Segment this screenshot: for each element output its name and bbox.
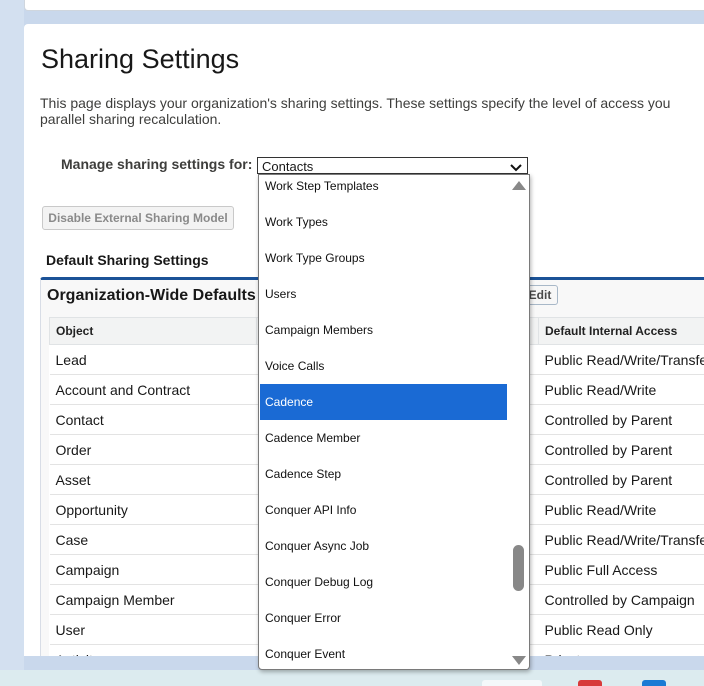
page-description: This page displays your organization's s… (40, 95, 704, 127)
object-cell: Case (49, 524, 257, 555)
access-cell: Public Read/Write (538, 374, 704, 405)
dropdown-option[interactable]: Conquer API Info (260, 500, 507, 536)
dropdown-option[interactable]: Conquer Error (260, 608, 507, 644)
dropdown-option[interactable]: Conquer Debug Log (260, 572, 507, 608)
taskbar-app-icon[interactable] (578, 680, 602, 686)
column-header-object: Object (49, 317, 257, 345)
object-cell: Contact (49, 404, 257, 435)
object-cell: Lead (49, 344, 257, 375)
dropdown-option[interactable]: Users (260, 284, 507, 320)
object-cell: Asset (49, 464, 257, 495)
access-cell: Public Read/Write/Transfer (538, 524, 704, 555)
dropdown-option[interactable]: Work Types (260, 212, 507, 248)
dropdown-option[interactable]: Conquer Event (260, 644, 507, 669)
object-cell: Campaign Member (49, 584, 257, 615)
sharing-object-dropdown-list[interactable]: Work Step Templates Work Types Work Type… (258, 174, 530, 670)
object-cell: Campaign (49, 554, 257, 585)
org-wide-defaults-title: Organization-Wide Defaults (47, 287, 256, 304)
access-cell: Public Read/Write (538, 494, 704, 525)
dropdown-option[interactable]: Work Step Templates (260, 176, 507, 212)
default-sharing-heading: Default Sharing Settings (46, 252, 209, 268)
taskbar-app-icon[interactable] (482, 680, 542, 686)
dropdown-option[interactable]: Cadence Member (260, 428, 507, 464)
object-cell: Account and Contract (49, 374, 257, 405)
dropdown-scrollbar[interactable] (509, 175, 528, 669)
scroll-down-arrow-icon[interactable] (512, 656, 526, 665)
manage-sharing-label: Manage sharing settings for: (61, 156, 253, 172)
dropdown-option[interactable]: Cadence Step (260, 464, 507, 500)
dropdown-option-selected[interactable]: Cadence (260, 384, 507, 420)
access-cell: Controlled by Parent (538, 464, 704, 495)
background-left (0, 0, 24, 670)
header-strip (24, 0, 704, 11)
access-cell: Public Read/Write/Transfer (538, 344, 704, 375)
access-cell: Public Full Access (538, 554, 704, 585)
page-title: Sharing Settings (41, 44, 240, 74)
access-cell: Public Read Only (538, 614, 704, 645)
column-header-default-internal-access: Default Internal Access (538, 317, 704, 345)
manage-sharing-select[interactable]: Contacts (257, 157, 528, 174)
object-cell: Activity (49, 644, 257, 656)
access-cell: Controlled by Parent (538, 434, 704, 465)
scroll-up-arrow-icon[interactable] (512, 181, 526, 190)
manage-sharing-selected-value: Contacts (262, 159, 314, 174)
scrollbar-thumb[interactable] (513, 545, 524, 591)
object-cell: User (49, 614, 257, 645)
description-line-1: This page displays your organization's s… (40, 95, 671, 111)
dropdown-option[interactable]: Campaign Members (260, 320, 507, 356)
object-cell: Opportunity (49, 494, 257, 525)
object-cell: Order (49, 434, 257, 465)
access-cell: Private (538, 644, 704, 656)
taskbar-app-icon[interactable] (642, 680, 666, 686)
dropdown-option[interactable]: Work Type Groups (260, 248, 507, 284)
dropdown-option[interactable]: Conquer Async Job (260, 536, 507, 572)
access-cell: Controlled by Campaign (538, 584, 704, 615)
access-cell: Controlled by Parent (538, 404, 704, 435)
disable-external-sharing-button[interactable]: Disable External Sharing Model (42, 206, 234, 230)
description-line-2: parallel sharing recalculation. (40, 111, 222, 127)
